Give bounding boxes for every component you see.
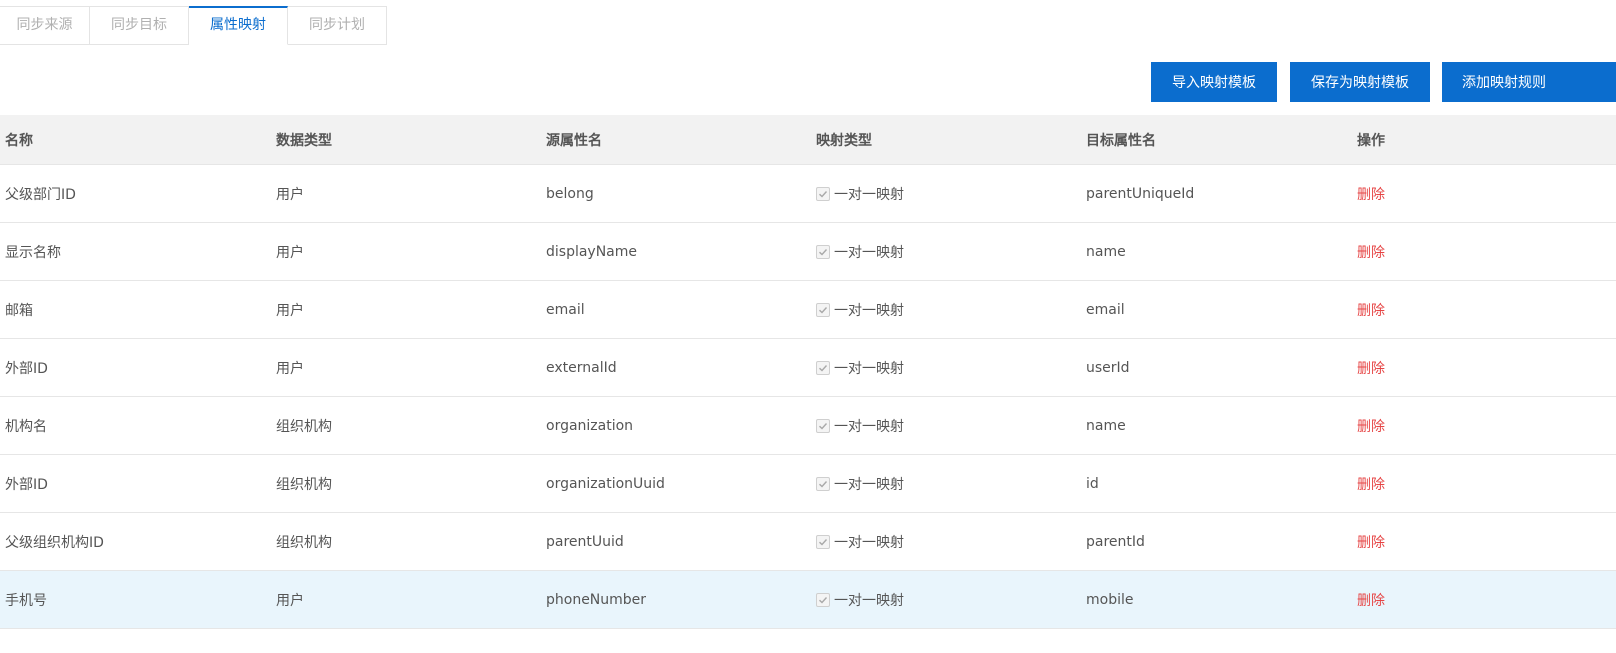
tab-bar: 同步来源 同步目标 属性映射 同步计划 [0,6,387,45]
cell-mapping-type: 一对一映射 [816,455,904,512]
table-row: 父级部门ID 用户 belong 一对一映射 parentUniqueId 删除 [0,165,1616,223]
mapping-type-label: 一对一映射 [834,476,904,493]
cell-data-type: 用户 [276,302,304,319]
cell-source-attr: phoneNumber [546,591,647,608]
cell-mapping-type: 一对一映射 [816,165,904,222]
cell-mapping-type: 一对一映射 [816,281,904,338]
delete-link[interactable]: 删除 [1357,532,1385,552]
checkbox-checked-icon[interactable] [816,186,830,201]
cell-mapping-type: 一对一映射 [816,513,904,570]
cell-mapping-type: 一对一映射 [816,339,904,396]
cell-name: 手机号 [5,592,47,609]
cell-name: 外部ID [5,360,48,377]
tab-sync-source[interactable]: 同步来源 [0,6,90,45]
cell-action: 删除 [1357,165,1385,222]
delete-link[interactable]: 删除 [1357,242,1385,262]
cell-mapping-type: 一对一映射 [816,571,904,628]
checkbox-checked-icon[interactable] [816,302,830,317]
cell-action: 删除 [1357,397,1385,454]
cell-data-type: 组织机构 [276,476,332,493]
add-mapping-rule-button[interactable]: 添加映射规则 [1442,62,1616,102]
table-header: 名称 数据类型 源属性名 映射类型 目标属性名 操作 [0,115,1616,165]
header-mapping-type: 映射类型 [816,132,872,149]
header-name: 名称 [5,132,33,149]
cell-data-type: 用户 [276,244,304,261]
tab-attribute-mapping[interactable]: 属性映射 [189,6,288,45]
cell-data-type: 组织机构 [276,418,332,435]
cell-name: 邮箱 [5,302,33,319]
delete-link[interactable]: 删除 [1357,184,1385,204]
mapping-type-label: 一对一映射 [834,244,904,261]
table-body: 父级部门ID 用户 belong 一对一映射 parentUniqueId 删除… [0,165,1616,629]
delete-link[interactable]: 删除 [1357,416,1385,436]
mapping-type-label: 一对一映射 [834,534,904,551]
tab-sync-target[interactable]: 同步目标 [90,6,189,45]
table-row: 手机号 用户 phoneNumber 一对一映射 mobile 删除 [0,571,1616,629]
cell-source-attr: organizationUuid [546,475,665,492]
delete-link[interactable]: 删除 [1357,300,1385,320]
cell-source-attr: externalId [546,359,617,376]
cell-action: 删除 [1357,339,1385,396]
header-source-attr: 源属性名 [546,132,602,149]
cell-target-attr: name [1086,243,1126,260]
mapping-type-label: 一对一映射 [834,302,904,319]
checkbox-checked-icon[interactable] [816,244,830,259]
table-row: 邮箱 用户 email 一对一映射 email 删除 [0,281,1616,339]
delete-link[interactable]: 删除 [1357,358,1385,378]
cell-target-attr: mobile [1086,591,1134,608]
save-template-button[interactable]: 保存为映射模板 [1290,62,1430,102]
checkbox-checked-icon[interactable] [816,360,830,375]
header-action: 操作 [1357,132,1385,149]
cell-target-attr: parentId [1086,533,1145,550]
cell-target-attr: name [1086,417,1126,434]
cell-action: 删除 [1357,513,1385,570]
mapping-type-label: 一对一映射 [834,418,904,435]
mapping-type-label: 一对一映射 [834,186,904,203]
checkbox-checked-icon[interactable] [816,534,830,549]
import-template-button[interactable]: 导入映射模板 [1151,62,1277,102]
cell-action: 删除 [1357,223,1385,280]
mapping-type-label: 一对一映射 [834,360,904,377]
cell-source-attr: email [546,301,585,318]
cell-source-attr: displayName [546,243,638,260]
cell-target-attr: parentUniqueId [1086,185,1195,202]
cell-data-type: 用户 [276,592,304,609]
mapping-type-label: 一对一映射 [834,592,904,609]
cell-source-attr: organization [546,417,634,434]
cell-data-type: 用户 [276,360,304,377]
checkbox-checked-icon[interactable] [816,476,830,491]
tab-sync-plan[interactable]: 同步计划 [288,6,387,45]
cell-name: 机构名 [5,418,47,435]
mapping-table: 名称 数据类型 源属性名 映射类型 目标属性名 操作 父级部门ID 用户 bel… [0,115,1616,629]
table-row: 父级组织机构ID 组织机构 parentUuid 一对一映射 parentId … [0,513,1616,571]
cell-name: 父级部门ID [5,186,76,203]
cell-action: 删除 [1357,281,1385,338]
table-row: 外部ID 用户 externalId 一对一映射 userId 删除 [0,339,1616,397]
cell-source-attr: parentUuid [546,533,624,550]
delete-link[interactable]: 删除 [1357,474,1385,494]
cell-name: 外部ID [5,476,48,493]
cell-data-type: 组织机构 [276,534,332,551]
table-row: 外部ID 组织机构 organizationUuid 一对一映射 id 删除 [0,455,1616,513]
cell-mapping-type: 一对一映射 [816,397,904,454]
checkbox-checked-icon[interactable] [816,592,830,607]
cell-target-attr: id [1086,475,1099,492]
table-row: 显示名称 用户 displayName 一对一映射 name 删除 [0,223,1616,281]
checkbox-checked-icon[interactable] [816,418,830,433]
cell-data-type: 用户 [276,186,304,203]
cell-action: 删除 [1357,455,1385,512]
table-row: 机构名 组织机构 organization 一对一映射 name 删除 [0,397,1616,455]
header-data-type: 数据类型 [276,132,332,149]
cell-action: 删除 [1357,571,1385,628]
cell-target-attr: userId [1086,359,1130,376]
cell-source-attr: belong [546,185,594,202]
delete-link[interactable]: 删除 [1357,590,1385,610]
cell-target-attr: email [1086,301,1125,318]
cell-name: 显示名称 [5,244,61,261]
cell-mapping-type: 一对一映射 [816,223,904,280]
header-target-attr: 目标属性名 [1086,132,1156,149]
cell-name: 父级组织机构ID [5,534,104,551]
